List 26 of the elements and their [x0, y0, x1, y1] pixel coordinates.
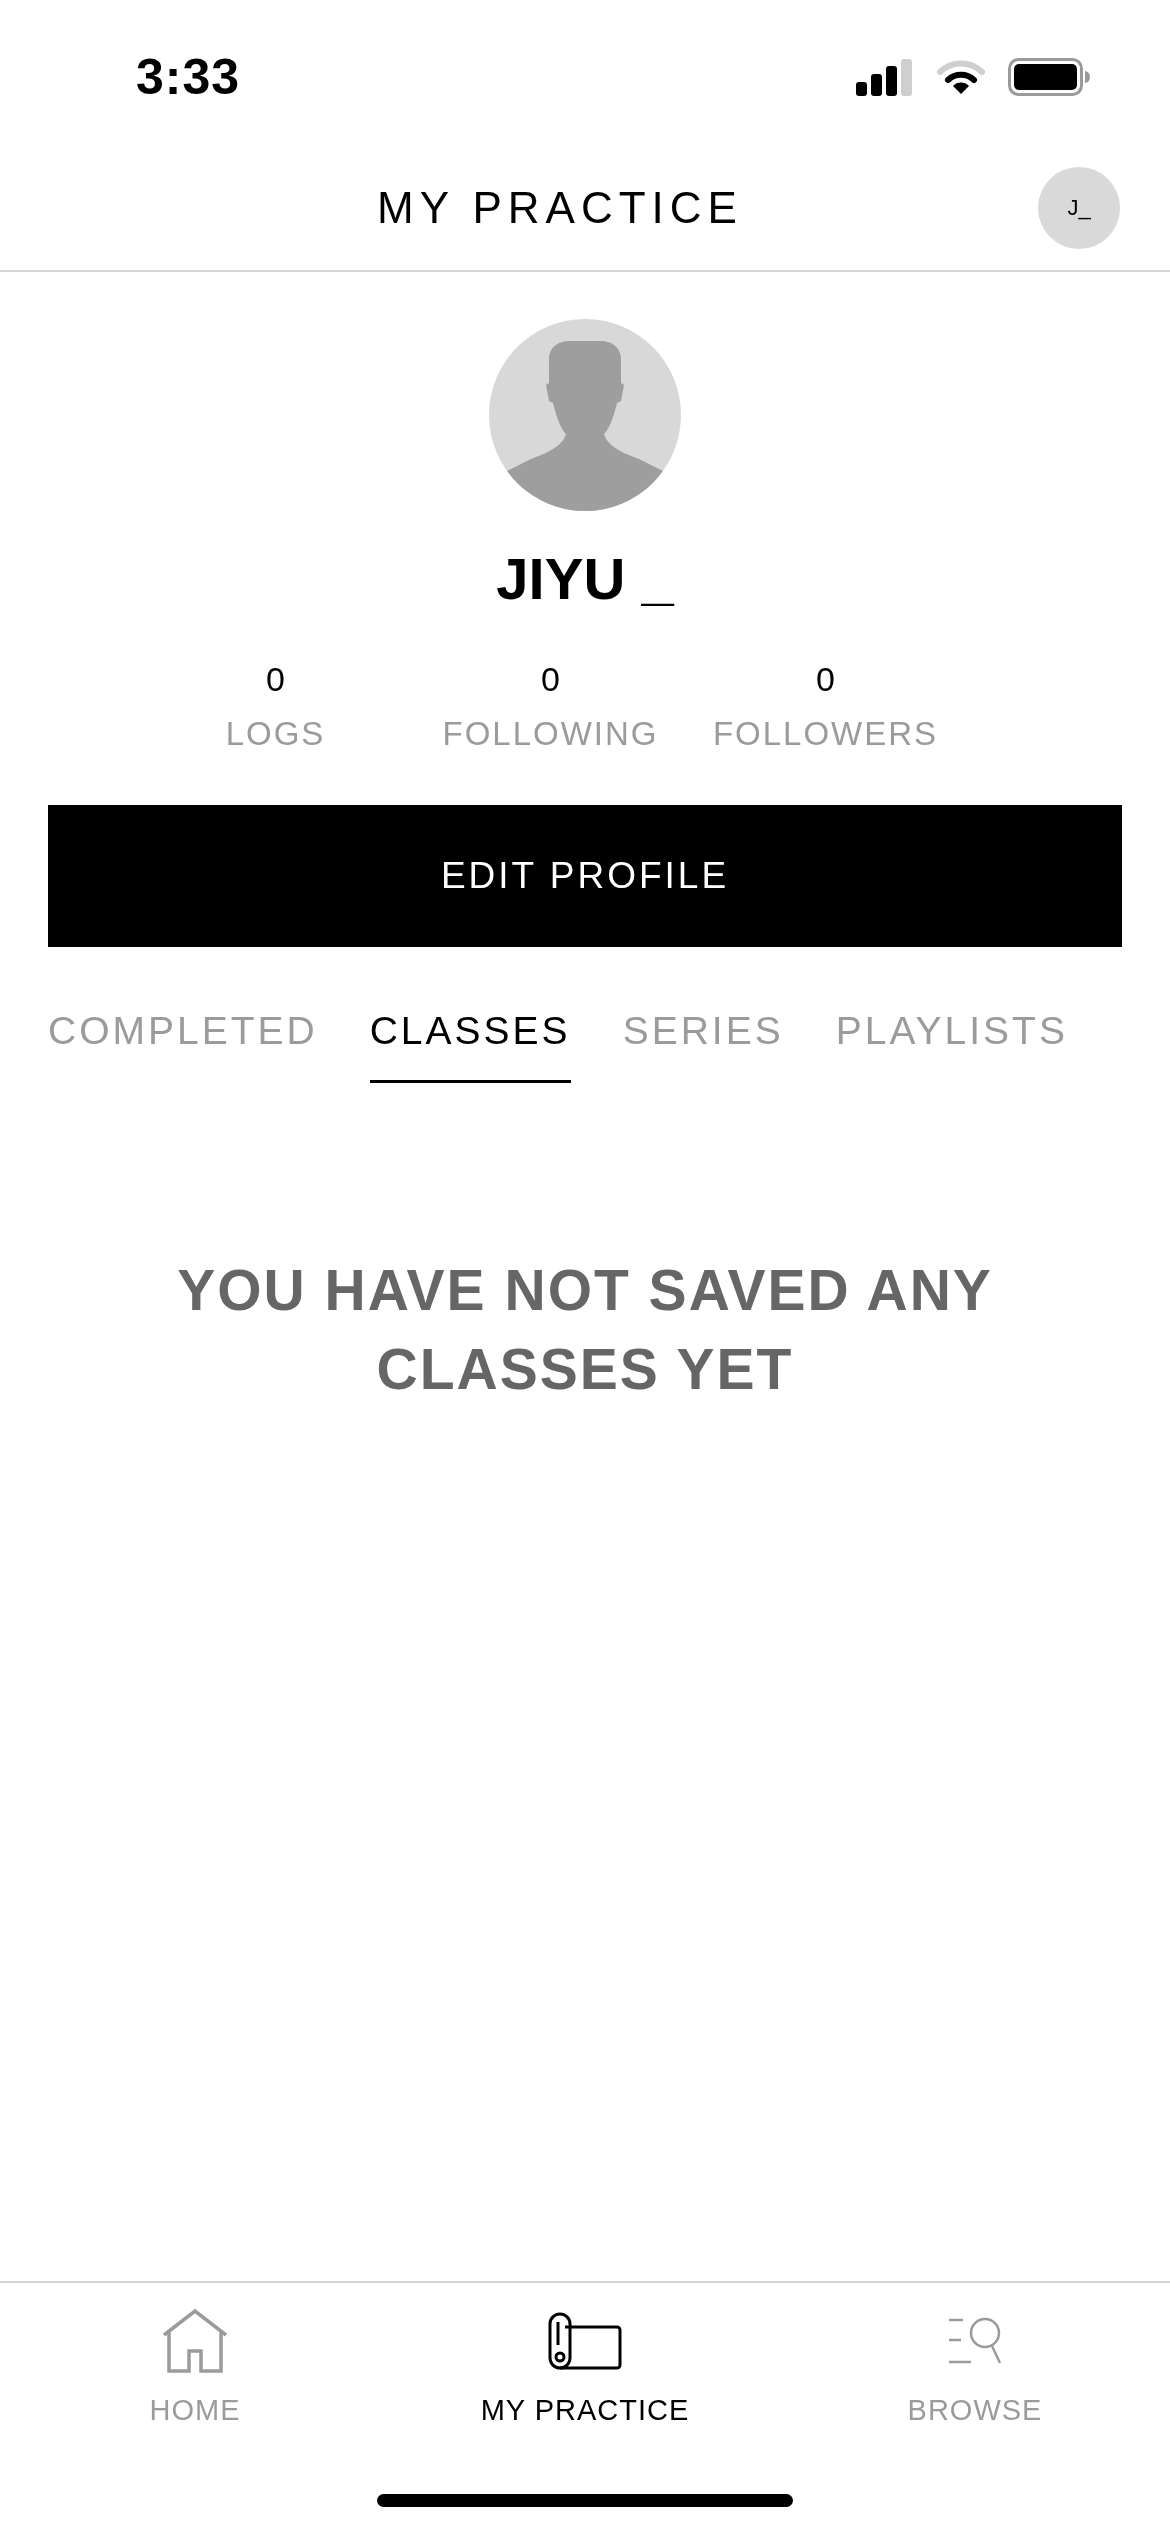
stat-value: 0 — [816, 659, 835, 699]
tab[interactable]: PLAYLISTS — [835, 1006, 1068, 1083]
tab[interactable]: COMPLETED — [48, 1006, 318, 1083]
avatar-silhouette-icon — [489, 319, 681, 511]
nav-tab[interactable]: MY PRACTICE — [480, 2309, 690, 2428]
search-list-icon — [947, 2316, 1003, 2366]
stat-value: 0 — [541, 659, 560, 699]
signal-icon — [856, 58, 914, 96]
tab[interactable]: SERIES — [622, 1006, 784, 1083]
home-icon — [161, 2309, 229, 2373]
account-avatar-button[interactable]: J_ — [1038, 167, 1120, 249]
stat-value: 0 — [266, 659, 285, 699]
nav-tab[interactable]: BROWSE — [907, 2309, 1043, 2428]
nav-tab[interactable]: HOME — [149, 2309, 241, 2428]
rolled-mat-icon — [548, 2312, 622, 2370]
edit-profile-button[interactable]: EDIT PROFILE — [48, 805, 1122, 947]
stat-label: FOLLOWING — [442, 714, 659, 754]
profile-name: JIYU _ — [496, 545, 674, 613]
status-time: 3:33 — [136, 48, 241, 106]
battery-icon — [1008, 58, 1090, 96]
wifi-icon — [936, 59, 986, 95]
stat-label: FOLLOWERS — [712, 714, 939, 754]
stat-label: LOGS — [225, 714, 326, 754]
page-title: MY PRACTICE — [377, 183, 743, 233]
empty-state-message: YOU HAVE NOT SAVED ANY CLASSES YET — [176, 1257, 994, 1403]
tab[interactable]: CLASSES — [369, 1006, 571, 1083]
